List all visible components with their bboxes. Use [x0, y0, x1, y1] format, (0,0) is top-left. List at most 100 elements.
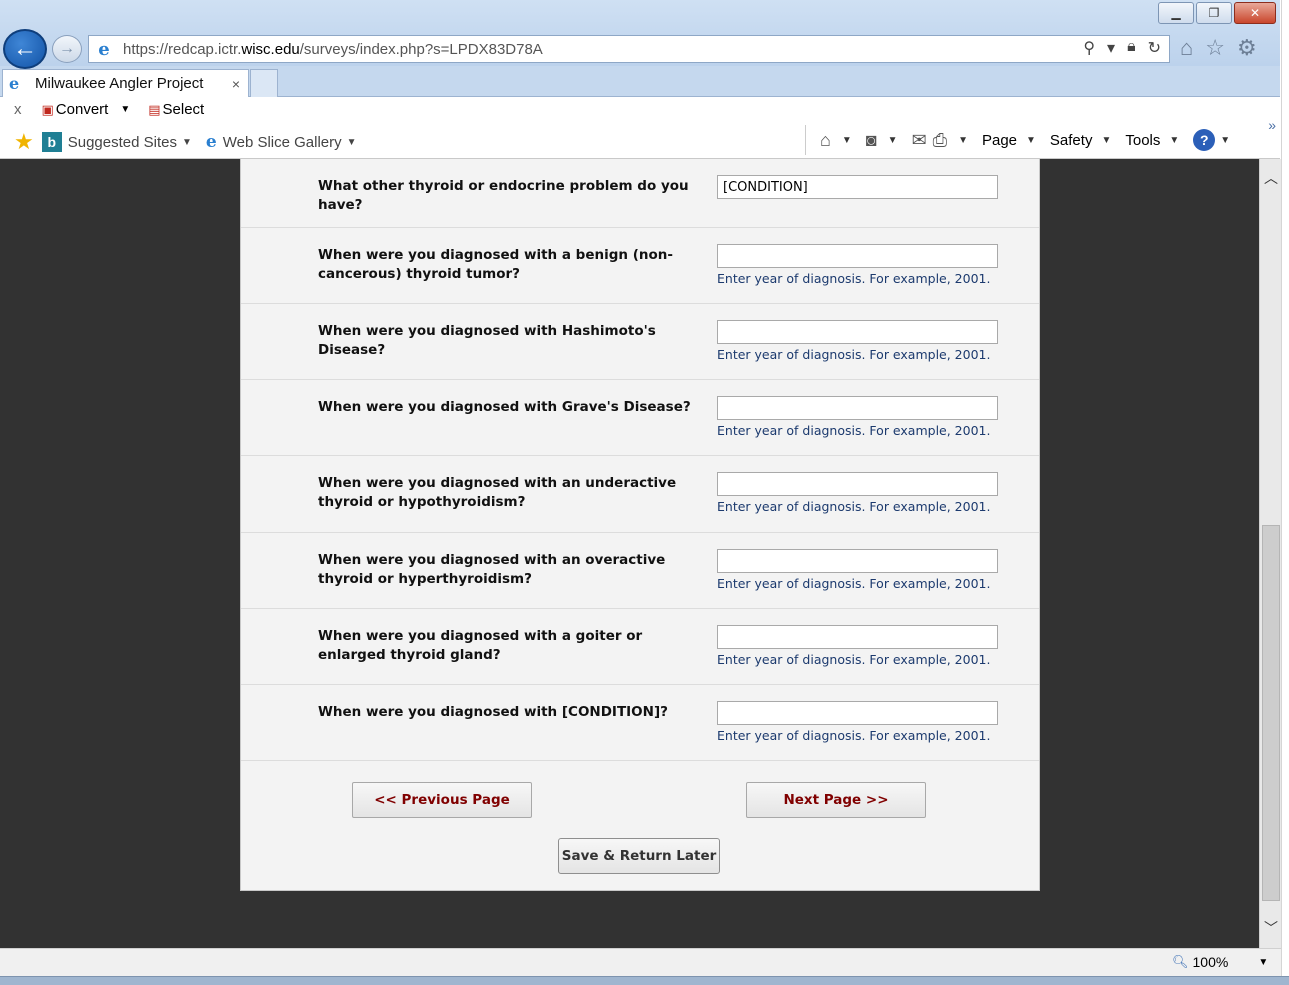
- command-bar: x ▣ Convert ▼ ▤ Select ★ b Suggested Sit…: [0, 97, 1280, 159]
- mail-icon[interactable]: ✉: [912, 130, 927, 151]
- lock-icon[interactable]: 🔒︎: [1127, 38, 1136, 58]
- chevron-down-icon: ▼: [181, 136, 192, 148]
- print-icon[interactable]: ⎙: [933, 130, 947, 151]
- select-button[interactable]: ▤ Select: [148, 101, 204, 118]
- tab-title: Milwaukee Angler Project: [35, 75, 204, 92]
- pdf-toolbar: x ▣ Convert ▼ ▤ Select: [14, 101, 222, 118]
- chevron-down-icon[interactable]: ▾: [1107, 38, 1115, 58]
- status-bar: 🔍︎ 100% ▼: [0, 948, 1281, 976]
- home-icon[interactable]: ⌂: [820, 130, 831, 151]
- search-icon[interactable]: ⚲: [1083, 38, 1095, 58]
- diagnosis-year-input[interactable]: [717, 472, 998, 496]
- safety-menu[interactable]: Safety: [1050, 132, 1093, 149]
- survey-question-row: When were you diagnosed with an overacti…: [241, 533, 1039, 609]
- address-bar[interactable]: e https://redcap.ictr.wisc.edu/surveys/i…: [88, 35, 1170, 63]
- suggested-sites-link[interactable]: b Suggested Sites ▼: [41, 132, 192, 152]
- scroll-up-icon[interactable]: ︿: [1260, 167, 1282, 189]
- rss-feed-icon[interactable]: ◙: [866, 130, 877, 151]
- survey-question-row: When were you diagnosed with Grave's Dis…: [241, 380, 1039, 456]
- zoom-control[interactable]: 🔍︎ 100% ▼: [1172, 954, 1268, 970]
- field-note: Enter year of diagnosis. For example, 20…: [717, 271, 991, 286]
- other-condition-input[interactable]: [717, 175, 998, 199]
- ie-page-icon: e: [98, 38, 110, 60]
- question-label: When were you diagnosed with an overacti…: [318, 552, 666, 587]
- previous-page-button[interactable]: << Previous Page: [352, 782, 532, 818]
- question-label: When were you diagnosed with a benign (n…: [318, 247, 673, 282]
- chevron-down-icon[interactable]: ▼: [1220, 135, 1230, 146]
- convert-button[interactable]: ▣ Convert ▼: [42, 101, 131, 118]
- address-tools: ⚲ ▾ 🔒︎ ↻: [1083, 38, 1161, 58]
- zoom-icon: 🔍︎: [1172, 954, 1189, 969]
- survey-question-row: When were you diagnosed with a goiter or…: [241, 609, 1039, 685]
- chevron-more-icon[interactable]: »: [1268, 117, 1276, 133]
- field-note: Enter year of diagnosis. For example, 20…: [717, 423, 991, 438]
- question-label: When were you diagnosed with a goiter or…: [318, 628, 643, 663]
- chevron-down-icon: ▼: [1026, 134, 1036, 146]
- vertical-scrollbar[interactable]: ︿ ﹀: [1259, 159, 1281, 948]
- chevron-down-icon[interactable]: ▼: [958, 135, 968, 146]
- scroll-down-icon[interactable]: ﹀: [1260, 917, 1282, 939]
- minimize-button[interactable]: ▁: [1158, 2, 1194, 24]
- save-return-later-button[interactable]: Save & Return Later: [558, 838, 720, 874]
- field-note: Enter year of diagnosis. For example, 20…: [717, 728, 991, 743]
- chevron-down-icon[interactable]: ▼: [1258, 957, 1268, 968]
- diagnosis-year-input[interactable]: [717, 549, 998, 573]
- web-slice-gallery-link[interactable]: e Web Slice Gallery ▼: [206, 132, 357, 152]
- tools-menu[interactable]: Tools: [1125, 132, 1160, 149]
- restore-button[interactable]: ❐: [1196, 2, 1232, 24]
- chevron-down-icon[interactable]: ▼: [888, 135, 898, 146]
- scroll-thumb[interactable]: [1262, 525, 1280, 901]
- survey-question-row: When were you diagnosed with Hashimoto's…: [241, 304, 1039, 380]
- survey-question-row: What other thyroid or endocrine problem …: [241, 159, 1039, 228]
- close-window-button[interactable]: ✕: [1234, 2, 1276, 24]
- page-viewport: What other thyroid or endocrine problem …: [0, 159, 1259, 948]
- zoom-level: 100%: [1192, 954, 1229, 970]
- diagnosis-year-input[interactable]: [717, 701, 998, 725]
- survey-question-row: When were you diagnosed with a benign (n…: [241, 228, 1039, 304]
- browser-right-icons: ⌂ ☆ ⚙: [1180, 35, 1257, 61]
- close-toolbar-icon[interactable]: x: [14, 101, 22, 118]
- favorites-bar: ★ b Suggested Sites ▼ e Web Slice Galler…: [14, 129, 371, 155]
- diagnosis-year-input[interactable]: [717, 625, 998, 649]
- gear-icon[interactable]: ⚙: [1237, 35, 1257, 61]
- chevron-down-icon: ▼: [346, 136, 357, 148]
- field-note: Enter year of diagnosis. For example, 20…: [717, 499, 991, 514]
- forward-button[interactable]: →: [52, 35, 82, 63]
- diagnosis-year-input[interactable]: [717, 396, 998, 420]
- tab-milwaukee-angler-project[interactable]: e Milwaukee Angler Project ×: [2, 69, 249, 97]
- pdf-select-icon: ▤: [148, 101, 161, 117]
- browser-title-bar: ▁ ❐ ✕ ← → e https://redcap.ictr.wisc.edu…: [0, 0, 1280, 69]
- help-icon[interactable]: ?: [1193, 129, 1216, 151]
- field-note: Enter year of diagnosis. For example, 20…: [717, 347, 991, 362]
- question-label: When were you diagnosed with [CONDITION]…: [318, 704, 668, 720]
- back-button[interactable]: ←: [3, 29, 47, 69]
- next-page-button[interactable]: Next Page >>: [746, 782, 926, 818]
- ie-command-menu: ⌂ ▼ ◙ ▼ ✉ ⎙ ▼ Page ▼ Safety ▼ Tools ▼ ? …: [805, 125, 1244, 155]
- taskbar: [0, 976, 1289, 985]
- favorites-star-icon[interactable]: ☆: [1205, 35, 1225, 61]
- chevron-down-icon: ▼: [1169, 134, 1180, 146]
- window-controls: ▁ ❐ ✕: [1158, 2, 1276, 24]
- window-edge: [1281, 0, 1289, 985]
- field-note: Enter year of diagnosis. For example, 20…: [717, 652, 991, 667]
- chevron-down-icon[interactable]: ▼: [120, 104, 130, 115]
- chevron-down-icon[interactable]: ▼: [842, 135, 852, 146]
- favorites-add-icon[interactable]: ★: [14, 129, 34, 155]
- new-tab-button[interactable]: [250, 69, 278, 97]
- question-label: When were you diagnosed with Grave's Dis…: [318, 399, 691, 415]
- field-note: Enter year of diagnosis. For example, 20…: [717, 576, 991, 591]
- diagnosis-year-input[interactable]: [717, 244, 998, 268]
- chevron-down-icon: ▼: [1101, 134, 1112, 146]
- bing-icon: b: [41, 132, 62, 152]
- tab-strip: e Milwaukee Angler Project ×: [0, 66, 1280, 97]
- home-icon[interactable]: ⌂: [1180, 35, 1193, 61]
- page-menu[interactable]: Page: [982, 132, 1017, 149]
- survey-question-row: When were you diagnosed with [CONDITION]…: [241, 685, 1039, 761]
- ie-tab-icon: e: [9, 74, 20, 93]
- refresh-icon[interactable]: ↻: [1148, 38, 1161, 58]
- diagnosis-year-input[interactable]: [717, 320, 998, 344]
- url-text[interactable]: https://redcap.ictr.wisc.edu/surveys/ind…: [123, 41, 543, 58]
- ie-icon: e: [205, 132, 217, 152]
- tab-close-icon[interactable]: ×: [232, 76, 240, 92]
- question-label: When were you diagnosed with an underact…: [318, 475, 677, 510]
